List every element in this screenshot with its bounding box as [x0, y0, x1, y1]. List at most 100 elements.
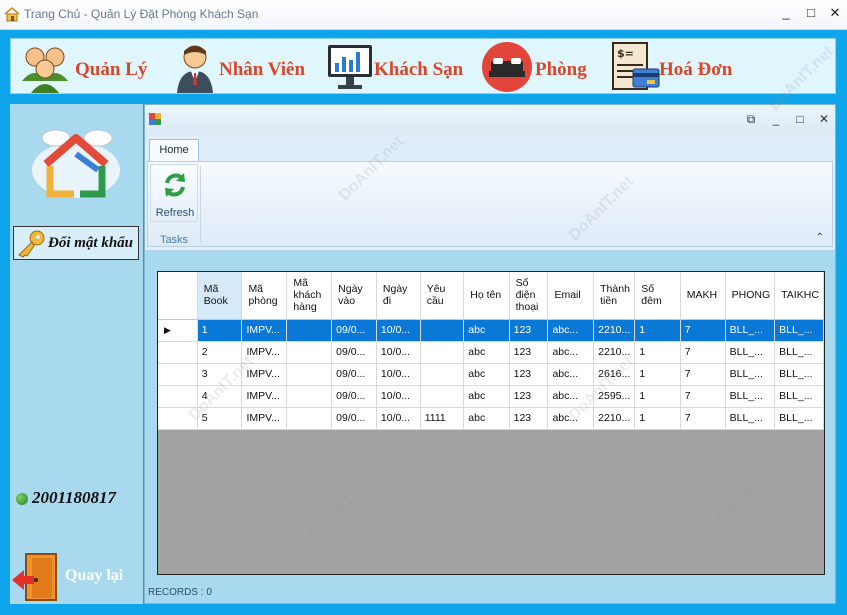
table-cell[interactable]: 7: [680, 341, 726, 364]
refresh-button[interactable]: Refresh: [150, 164, 198, 222]
column-header[interactable]: Số điện thoại: [509, 272, 549, 320]
table-cell[interactable]: 1: [634, 407, 681, 430]
table-cell[interactable]: 1: [197, 319, 243, 342]
table-row[interactable]: 3 IMPV... 09/0... 10/0... abc 123 abc... 2616..…: [158, 363, 824, 386]
child-maximize-button[interactable]: □: [791, 111, 809, 127]
table-cell[interactable]: 09/0...: [331, 363, 377, 386]
minimize-button[interactable]: _: [776, 4, 796, 22]
table-cell[interactable]: 123: [509, 363, 549, 386]
booking-grid[interactable]: Mã Book Mã phòng Mã khách hàng Ngày vào …: [157, 271, 825, 575]
table-cell[interactable]: [286, 385, 333, 408]
column-header[interactable]: Mã phòng: [241, 272, 288, 320]
column-header[interactable]: Mã khách hàng: [286, 272, 333, 320]
table-cell[interactable]: [420, 363, 465, 386]
table-cell[interactable]: 09/0...: [331, 385, 377, 408]
column-header[interactable]: Thành tiền: [593, 272, 636, 320]
table-cell[interactable]: IMPV...: [241, 385, 288, 408]
table-cell[interactable]: 09/0...: [331, 341, 377, 364]
table-cell[interactable]: 09/0...: [331, 319, 377, 342]
table-cell[interactable]: IMPV...: [241, 407, 288, 430]
table-cell[interactable]: 7: [680, 363, 726, 386]
column-header[interactable]: Ngày đi: [376, 272, 421, 320]
column-header[interactable]: TAIKHC: [774, 272, 824, 320]
table-cell[interactable]: 123: [509, 407, 549, 430]
table-row[interactable]: 5 IMPV... 09/0... 10/0... 1111 abc 123 abc... 22…: [158, 407, 824, 430]
table-cell[interactable]: abc: [463, 407, 510, 430]
column-header[interactable]: Email: [547, 272, 595, 320]
menu-item-khach-san[interactable]: Khách Sạn: [324, 41, 474, 93]
table-cell[interactable]: [420, 385, 465, 408]
column-header[interactable]: Yêu cầu: [420, 272, 465, 320]
table-cell[interactable]: IMPV...: [241, 319, 288, 342]
table-cell[interactable]: BLL_...: [774, 385, 824, 408]
menu-item-nhan-vien[interactable]: Nhân Viên: [169, 41, 309, 93]
row-header[interactable]: [158, 363, 198, 386]
table-cell[interactable]: 2210...: [593, 407, 636, 430]
table-cell[interactable]: abc...: [547, 341, 595, 364]
menu-item-quan-ly[interactable]: Quản Lý: [19, 41, 159, 93]
table-cell[interactable]: abc...: [547, 363, 595, 386]
table-cell[interactable]: 10/0...: [376, 363, 421, 386]
table-cell[interactable]: 1: [634, 363, 681, 386]
table-cell[interactable]: BLL_...: [725, 385, 776, 408]
table-row[interactable]: ▶ 1 IMPV... 09/0... 10/0... abc 123 abc... 2210.…: [158, 319, 824, 342]
column-header[interactable]: Họ tên: [463, 272, 510, 320]
table-cell[interactable]: abc...: [547, 319, 595, 342]
table-cell[interactable]: [286, 363, 333, 386]
table-cell[interactable]: 2210...: [593, 319, 636, 342]
column-header[interactable]: Mã Book: [197, 272, 243, 320]
table-cell[interactable]: [286, 319, 333, 342]
table-cell[interactable]: [420, 341, 465, 364]
table-cell[interactable]: BLL_...: [774, 363, 824, 386]
close-button[interactable]: ✕: [825, 4, 845, 22]
back-button[interactable]: Quay lại: [10, 552, 143, 602]
table-cell[interactable]: 10/0...: [376, 407, 421, 430]
child-minimize-button[interactable]: _: [767, 111, 785, 127]
table-cell[interactable]: 10/0...: [376, 319, 421, 342]
table-cell[interactable]: 09/0...: [331, 407, 377, 430]
table-cell[interactable]: abc: [463, 341, 510, 364]
column-header[interactable]: PHONG: [725, 272, 776, 320]
column-header[interactable]: MAKH: [680, 272, 726, 320]
row-header[interactable]: [158, 385, 198, 408]
table-cell[interactable]: 123: [509, 341, 549, 364]
table-cell[interactable]: 10/0...: [376, 341, 421, 364]
table-row[interactable]: 4 IMPV... 09/0... 10/0... abc 123 abc... 2595..…: [158, 385, 824, 408]
table-cell[interactable]: BLL_...: [774, 341, 824, 364]
table-row[interactable]: 2 IMPV... 09/0... 10/0... abc 123 abc... 2210..…: [158, 341, 824, 364]
row-header[interactable]: [158, 341, 198, 364]
table-cell[interactable]: 7: [680, 407, 726, 430]
table-cell[interactable]: BLL_...: [774, 407, 824, 430]
table-cell[interactable]: BLL_...: [725, 341, 776, 364]
table-cell[interactable]: 7: [680, 385, 726, 408]
column-header[interactable]: Số đêm: [634, 272, 681, 320]
table-cell[interactable]: 123: [509, 319, 549, 342]
table-cell[interactable]: 1111: [420, 407, 465, 430]
restore-icon[interactable]: ⧉: [742, 111, 760, 127]
table-cell[interactable]: BLL_...: [725, 363, 776, 386]
child-close-button[interactable]: ✕: [815, 111, 833, 127]
table-cell[interactable]: BLL_...: [774, 319, 824, 342]
maximize-button[interactable]: □: [801, 4, 821, 22]
table-cell[interactable]: [286, 407, 333, 430]
table-cell[interactable]: 123: [509, 385, 549, 408]
table-cell[interactable]: abc: [463, 363, 510, 386]
current-row-indicator[interactable]: ▶: [158, 319, 198, 342]
table-cell[interactable]: 2: [197, 341, 243, 364]
collapse-ribbon-icon[interactable]: ⌃: [816, 232, 824, 243]
table-cell[interactable]: [286, 341, 333, 364]
tab-home[interactable]: Home: [149, 139, 199, 161]
table-cell[interactable]: BLL_...: [725, 407, 776, 430]
change-password-button[interactable]: Đổi mật khẩu: [13, 226, 139, 260]
table-cell[interactable]: 7: [680, 319, 726, 342]
menu-item-phong[interactable]: Phòng: [481, 41, 606, 93]
table-cell[interactable]: [420, 319, 465, 342]
table-cell[interactable]: 1: [634, 341, 681, 364]
table-cell[interactable]: abc: [463, 385, 510, 408]
table-cell[interactable]: 1: [634, 385, 681, 408]
menu-item-hoa-don[interactable]: $= Hoá Đơn: [609, 41, 749, 93]
column-header[interactable]: Ngày vào: [331, 272, 377, 320]
table-cell[interactable]: 1: [634, 319, 681, 342]
table-cell[interactable]: BLL_...: [725, 319, 776, 342]
table-cell[interactable]: abc: [463, 319, 510, 342]
